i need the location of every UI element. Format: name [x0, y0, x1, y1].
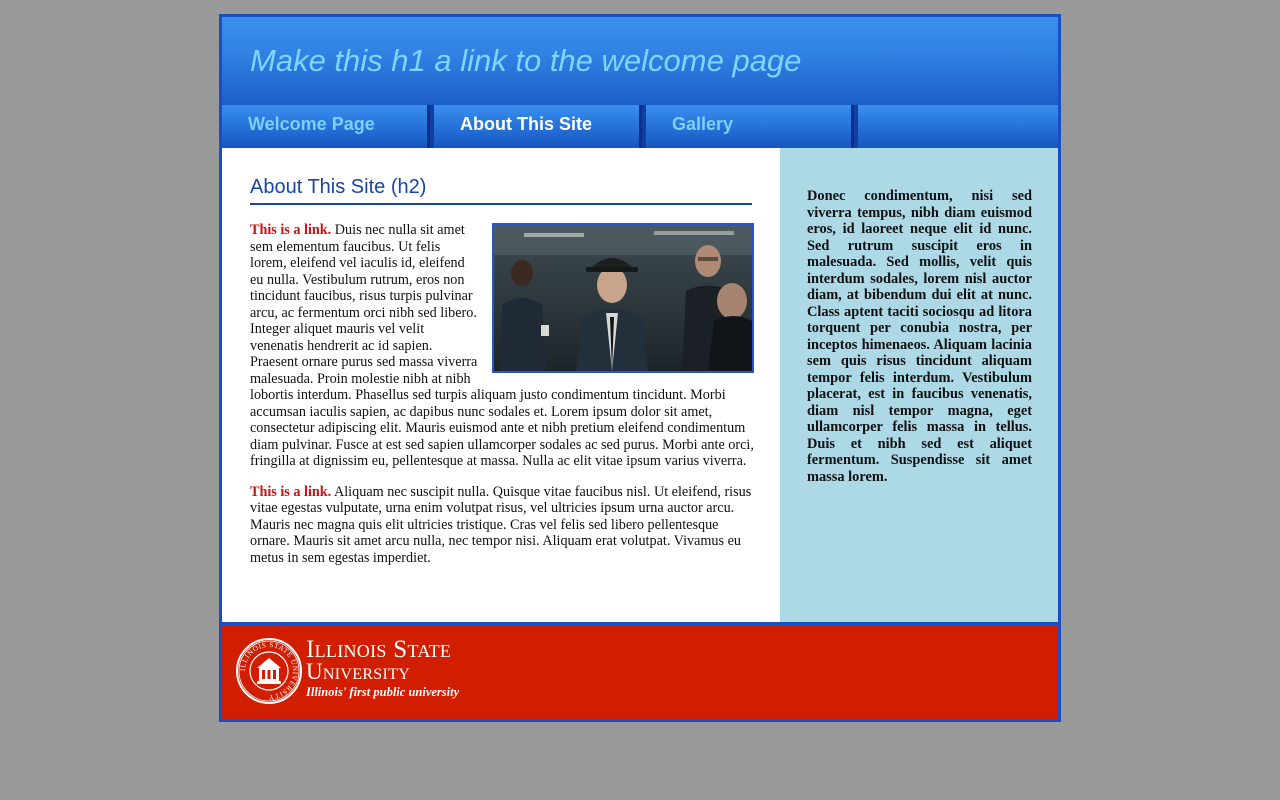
page-title: About This Site (h2)	[250, 176, 752, 205]
site-title-link[interactable]: Make this h1 a link to the welcome page	[250, 43, 801, 79]
sidebar: Donec condimentum, nisi sed viverra temp…	[780, 148, 1058, 622]
sidebar-text: Donec condimentum, nisi sed viverra temp…	[807, 188, 1032, 485]
main-content: About This Site (h2) This is a link. Dui…	[222, 148, 777, 622]
nav-item-about[interactable]: About This Site	[434, 105, 642, 148]
university-wordmark: Illinois State University	[306, 636, 452, 684]
university-name-line-1: Illinois State	[306, 636, 452, 663]
movie-still-image	[492, 223, 754, 373]
university-name-line-2: University	[306, 659, 411, 684]
main-nav: Welcome Page About This Site Gallery	[222, 105, 1058, 148]
nav-item-gallery[interactable]: Gallery	[646, 105, 854, 148]
site-header: Make this h1 a link to the welcome page	[222, 17, 1058, 105]
university-tagline: Illinois' first public university	[306, 685, 460, 699]
inline-link-2[interactable]: This is a link.	[250, 484, 331, 500]
nav-item-welcome[interactable]: Welcome Page	[222, 105, 430, 148]
paragraph-1: This is a link. Duis nec nulla sit amet …	[250, 222, 754, 470]
inline-link-1[interactable]: This is a link.	[250, 222, 331, 238]
nav-item-empty[interactable]	[858, 105, 1058, 148]
paragraph-2: This is a link. Aliquam nec suscipit nul…	[250, 484, 754, 567]
article-body: This is a link. Duis nec nulla sit amet …	[250, 222, 754, 580]
site-footer: ILLINOIS STATE UNIVERSITY Illinois State…	[222, 625, 1058, 719]
university-seal-icon: ILLINOIS STATE UNIVERSITY	[236, 638, 302, 704]
page-wrapper: Make this h1 a link to the welcome page …	[219, 14, 1061, 722]
